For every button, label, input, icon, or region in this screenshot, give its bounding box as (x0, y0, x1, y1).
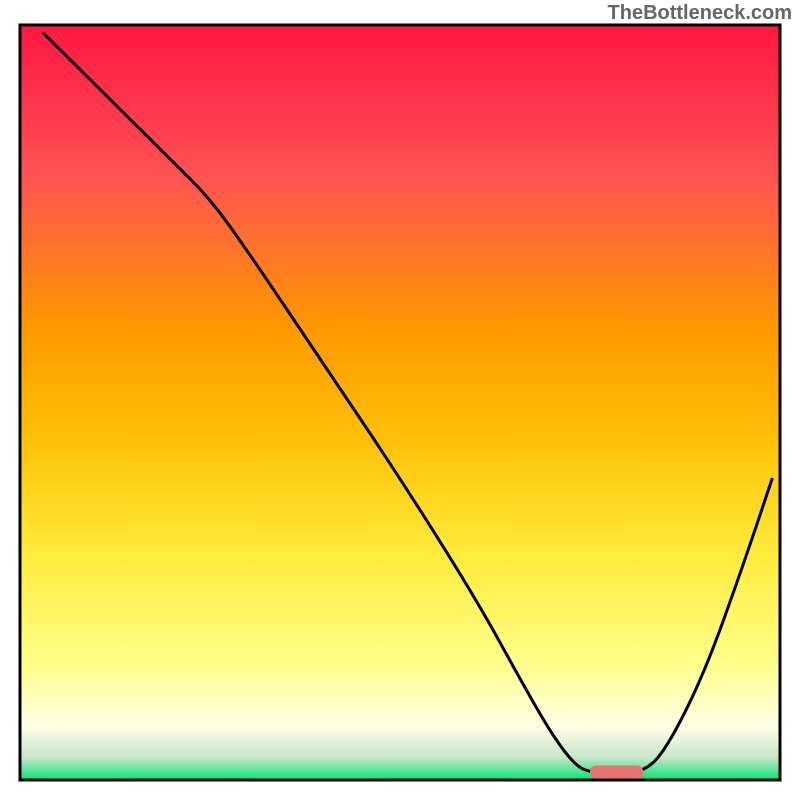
chart-container: TheBottleneck.com (0, 0, 800, 800)
watermark-text: TheBottleneck.com (608, 2, 792, 25)
optimal-range-marker (590, 765, 643, 779)
plot-background (20, 25, 780, 780)
chart-svg (0, 0, 800, 800)
